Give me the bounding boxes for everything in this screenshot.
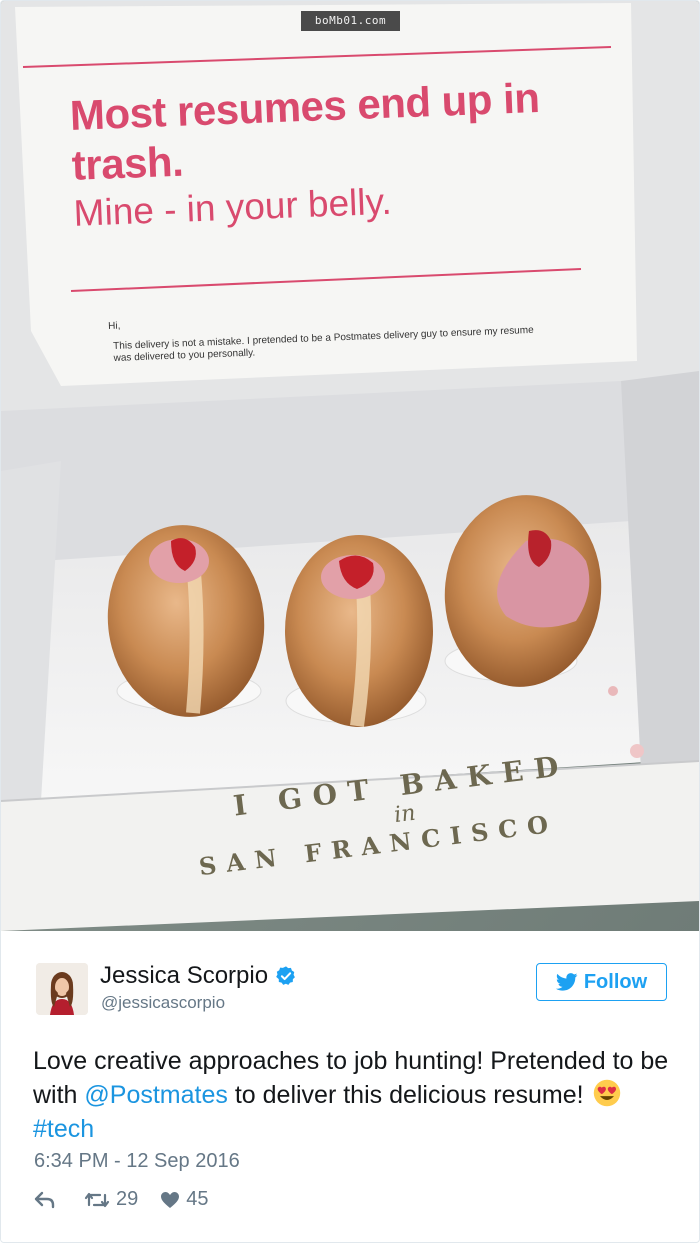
retweet-icon	[84, 1192, 110, 1207]
reply-icon	[34, 1191, 55, 1208]
tweet-body: Jessica Scorpio @jessicascorpio Follow L…	[1, 931, 699, 1242]
tweet-embed-card: boMb01.com Most resumes end up in trash.…	[0, 0, 700, 1243]
reply-button[interactable]	[34, 1191, 62, 1209]
avatar[interactable]	[36, 963, 88, 1015]
author-name-row: Jessica Scorpio	[100, 962, 297, 990]
author-handle[interactable]: @jessicascorpio	[101, 993, 225, 1013]
like-count: 45	[186, 1188, 209, 1210]
follow-button[interactable]: Follow	[536, 963, 667, 1001]
card-greeting: Hi,	[108, 320, 121, 332]
verified-badge-icon	[276, 966, 295, 985]
heart-eyes-emoji-icon	[593, 1079, 620, 1107]
avatar-portrait-icon	[36, 963, 88, 1015]
retweet-button[interactable]: 29	[84, 1188, 138, 1211]
tweet-photo[interactable]: boMb01.com Most resumes end up in trash.…	[1, 1, 699, 931]
tweet-text: Love creative approaches to job hunting!…	[33, 1044, 673, 1146]
tweet-actions: 29 45	[34, 1188, 231, 1211]
resume-card-text: Most resumes end up in trash. Mine - in …	[69, 71, 594, 237]
card-headline: Most resumes end up in trash.	[69, 73, 541, 189]
like-button[interactable]: 45	[160, 1188, 209, 1211]
tweet-timestamp[interactable]: 6:34 PM - 12 Sep 2016	[34, 1150, 240, 1173]
watermark-label: boMb01.com	[301, 11, 400, 31]
retweet-count: 29	[116, 1188, 139, 1210]
mention-link[interactable]: @Postmates	[84, 1081, 227, 1109]
follow-button-label: Follow	[583, 970, 648, 993]
author-display-name[interactable]: Jessica Scorpio	[100, 962, 268, 990]
tweet-text-part2: to deliver this delicious resume!	[227, 1081, 591, 1109]
hashtag-link[interactable]: #tech	[33, 1115, 94, 1143]
twitter-bird-icon	[555, 973, 578, 991]
heart-icon	[161, 1191, 180, 1208]
